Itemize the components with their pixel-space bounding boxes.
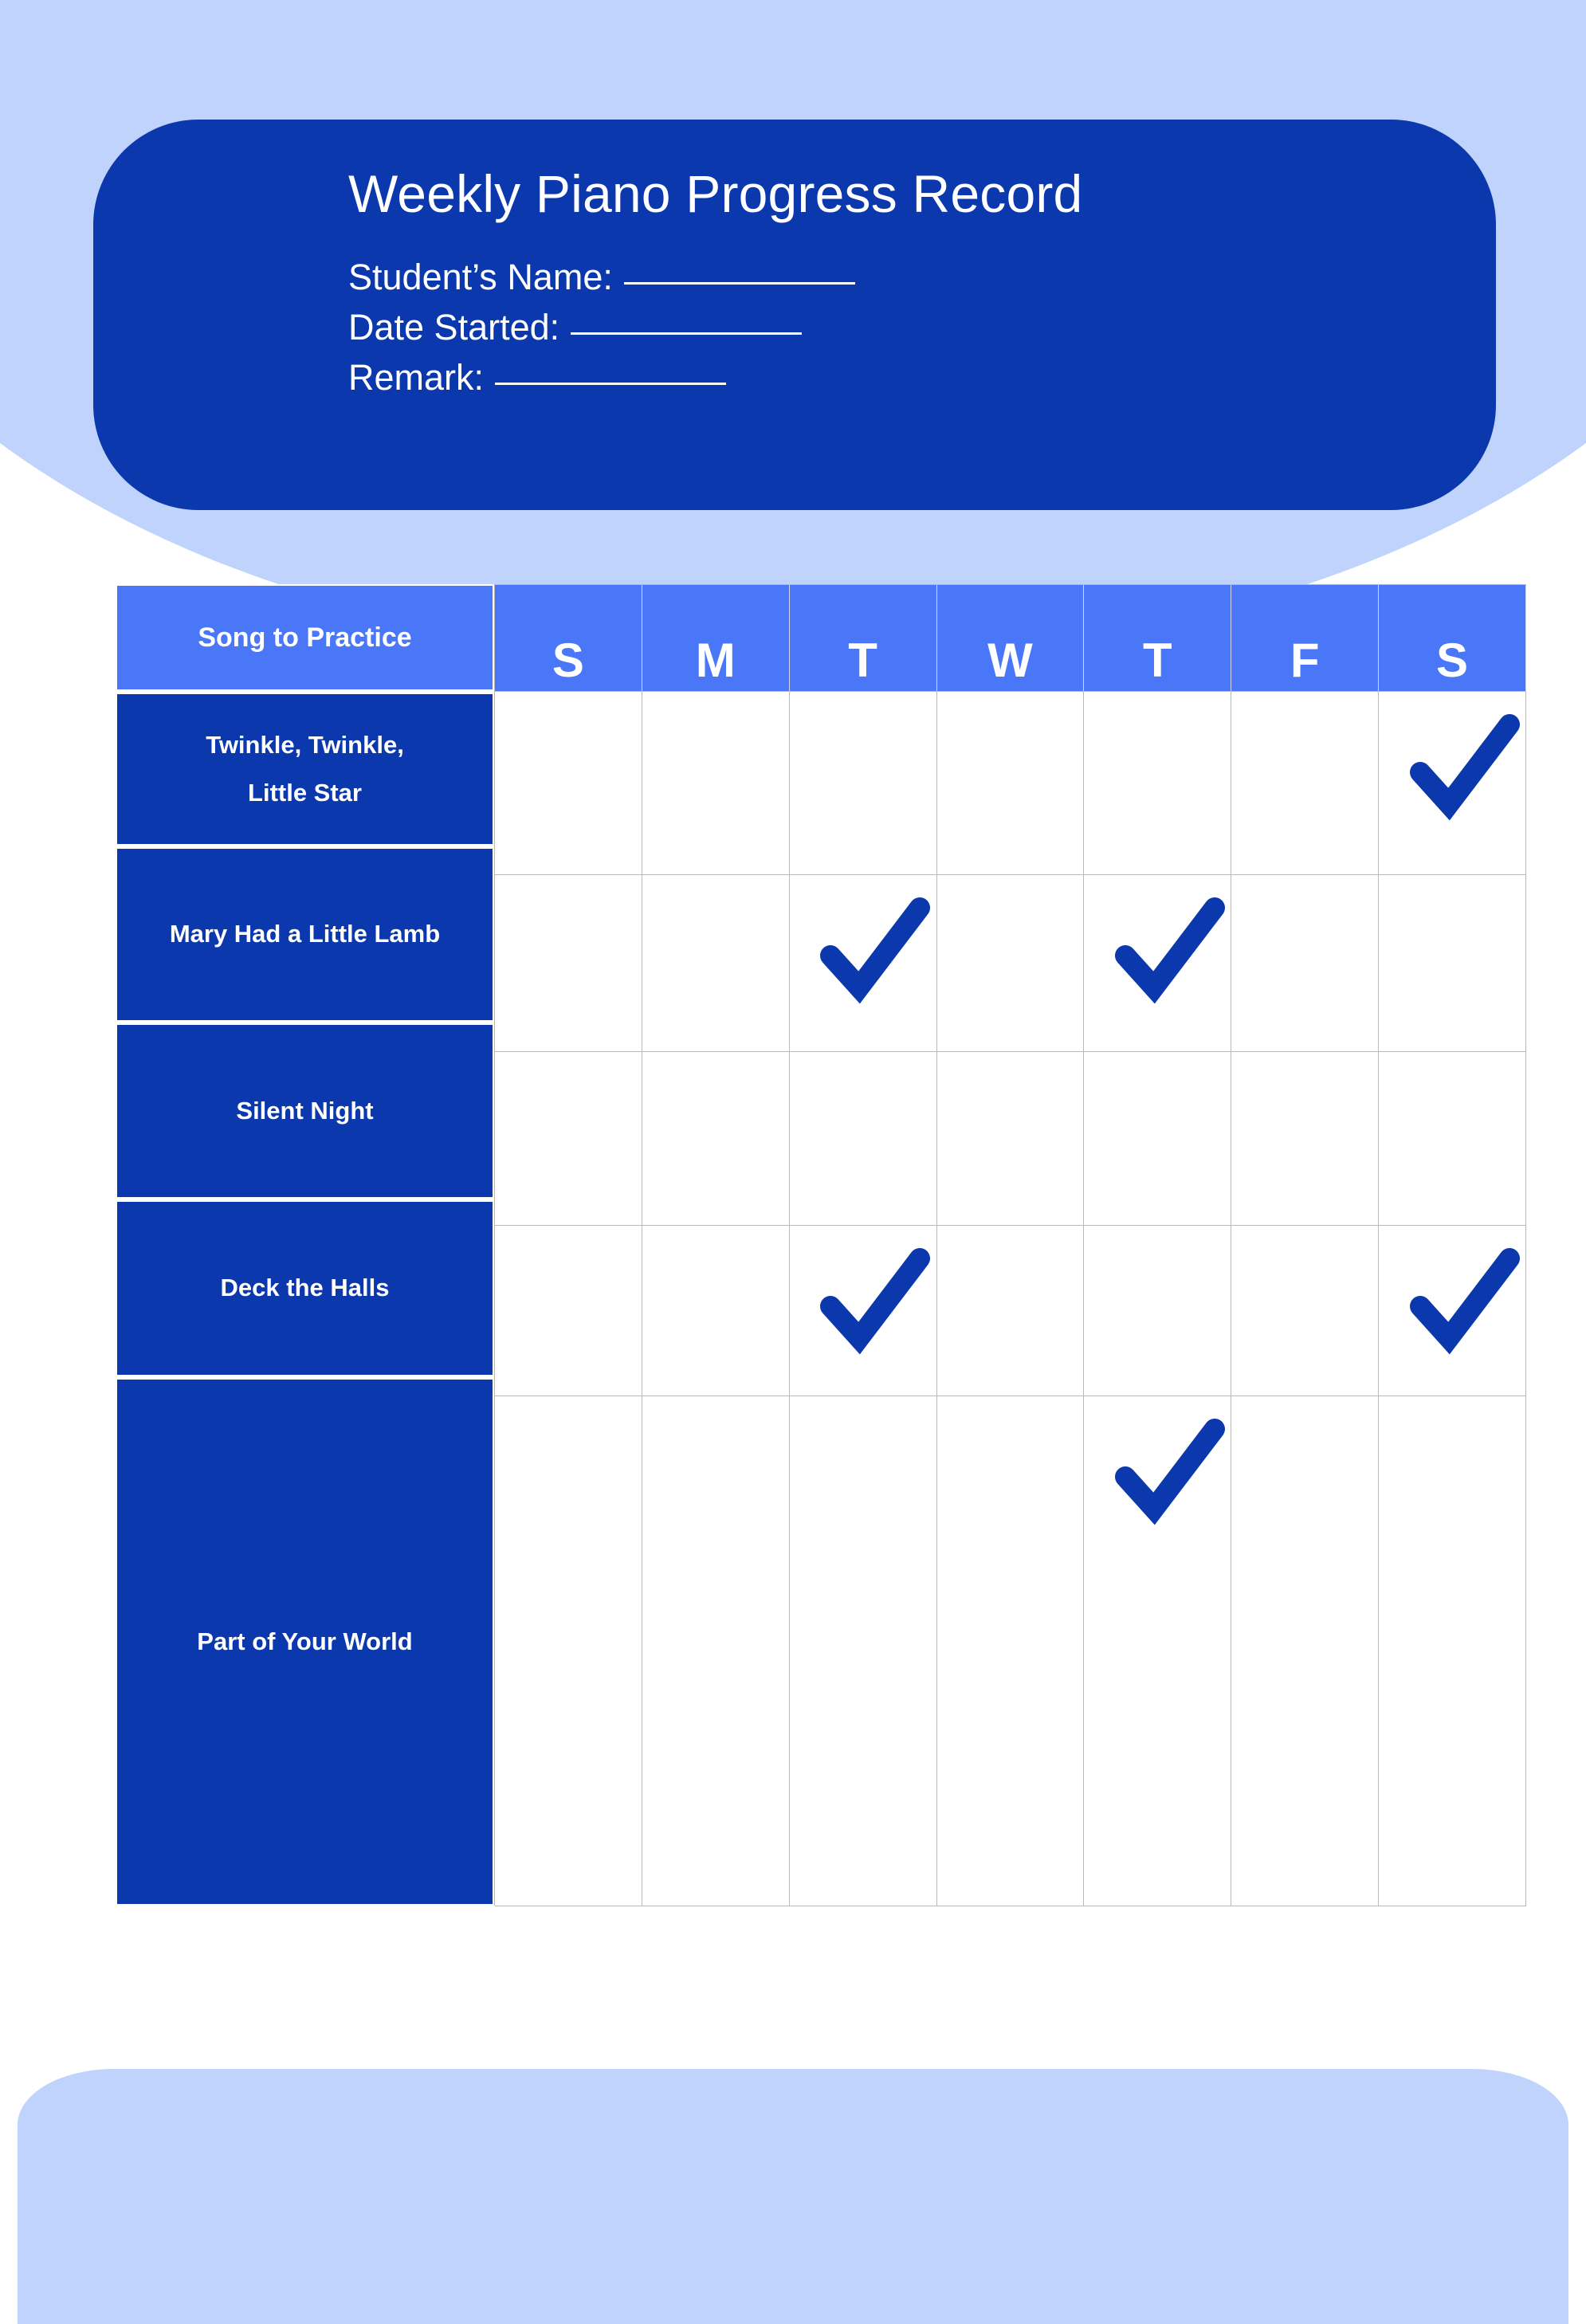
check-cell[interactable] [1379, 692, 1526, 875]
check-cell[interactable] [789, 1226, 937, 1396]
check-cell[interactable] [1084, 1052, 1232, 1226]
song-title-line1: Deck the Halls [220, 1274, 390, 1302]
check-cell[interactable] [642, 1226, 790, 1396]
check-cell[interactable] [1231, 692, 1380, 875]
day-header-label: W [987, 634, 1033, 687]
check-cell[interactable] [642, 1396, 790, 1906]
song-label-cell: Mary Had a Little Lamb [116, 847, 494, 1022]
song-title-line1: Twinkle, Twinkle, [206, 730, 404, 759]
day-header-1: M [642, 585, 790, 692]
check-cell[interactable] [789, 1052, 937, 1226]
day-header-label: S [1436, 634, 1469, 687]
header-card: Weekly Piano Progress Record Student’s N… [93, 120, 1496, 510]
date-started-rule [571, 332, 803, 335]
check-cell[interactable] [1379, 875, 1526, 1052]
day-header-label: M [695, 634, 736, 687]
practice-table: S M T W T F S Song to Practice Twinkle, … [116, 584, 1526, 1906]
song-title-line2: Little Star [248, 779, 362, 807]
song-column-header: Song to Practice [116, 584, 494, 691]
check-cell[interactable] [936, 1226, 1085, 1396]
check-cell[interactable] [1231, 1396, 1380, 1906]
check-cell[interactable] [642, 692, 790, 875]
date-started-label: Date Started: [348, 307, 560, 347]
song-column: Song to Practice Twinkle, Twinkle, Littl… [116, 584, 497, 1906]
check-cell[interactable] [789, 1396, 937, 1906]
check-cell[interactable] [789, 875, 937, 1052]
check-cell[interactable] [1231, 1226, 1380, 1396]
song-label-cell: Silent Night [116, 1023, 494, 1199]
song-title-line1: Part of Your World [197, 1627, 413, 1655]
check-cell[interactable] [495, 1052, 642, 1226]
day-header-6: S [1379, 585, 1526, 692]
check-cell[interactable] [936, 1396, 1085, 1906]
check-cell[interactable] [936, 692, 1085, 875]
check-cell[interactable] [495, 1226, 642, 1396]
song-label-cell: Deck the Halls [116, 1200, 494, 1376]
check-cell[interactable] [1084, 875, 1232, 1052]
check-cell[interactable] [642, 1052, 790, 1226]
day-grid: S M T W T F S [494, 584, 1526, 1906]
page-title: Weekly Piano Progress Record [348, 164, 1083, 223]
check-cell[interactable] [1084, 1226, 1232, 1396]
check-cell[interactable] [1379, 1052, 1526, 1226]
check-cell[interactable] [495, 875, 642, 1052]
remark-label: Remark: [348, 357, 485, 398]
day-header-3: W [936, 585, 1085, 692]
day-header-label: T [1143, 634, 1172, 687]
student-name-field[interactable]: Student’s Name: [348, 257, 855, 298]
student-name-rule [623, 281, 855, 285]
day-header-label: T [848, 634, 877, 687]
song-label-cell: Part of Your World [116, 1378, 494, 1906]
check-cell[interactable] [1084, 1396, 1232, 1906]
day-header-2: T [789, 585, 937, 692]
check-cell[interactable] [495, 692, 642, 875]
song-title-line1: Silent Night [236, 1096, 374, 1125]
day-header-label: S [552, 634, 584, 687]
check-cell[interactable] [1084, 692, 1232, 875]
date-started-field[interactable]: Date Started: [348, 307, 803, 348]
check-cell[interactable] [1231, 1052, 1380, 1226]
student-name-label: Student’s Name: [348, 257, 613, 297]
check-cell[interactable] [936, 875, 1085, 1052]
check-cell[interactable] [936, 1052, 1085, 1226]
day-header-4: T [1084, 585, 1232, 692]
song-label-cell: Twinkle, Twinkle, Little Star [116, 693, 494, 846]
check-cell[interactable] [1379, 1396, 1526, 1906]
check-cell[interactable] [1231, 875, 1380, 1052]
check-cell[interactable] [1379, 1226, 1526, 1396]
check-cell[interactable] [495, 1396, 642, 1906]
background-blob-bottom [18, 2069, 1568, 2324]
day-header-label: F [1290, 634, 1320, 687]
remark-rule [495, 382, 727, 385]
remark-field[interactable]: Remark: [348, 357, 727, 398]
day-header-0: S [495, 585, 642, 692]
song-title-line1: Mary Had a Little Lamb [169, 920, 441, 948]
check-cell[interactable] [789, 692, 937, 875]
check-cell[interactable] [642, 875, 790, 1052]
day-header-5: F [1231, 585, 1380, 692]
